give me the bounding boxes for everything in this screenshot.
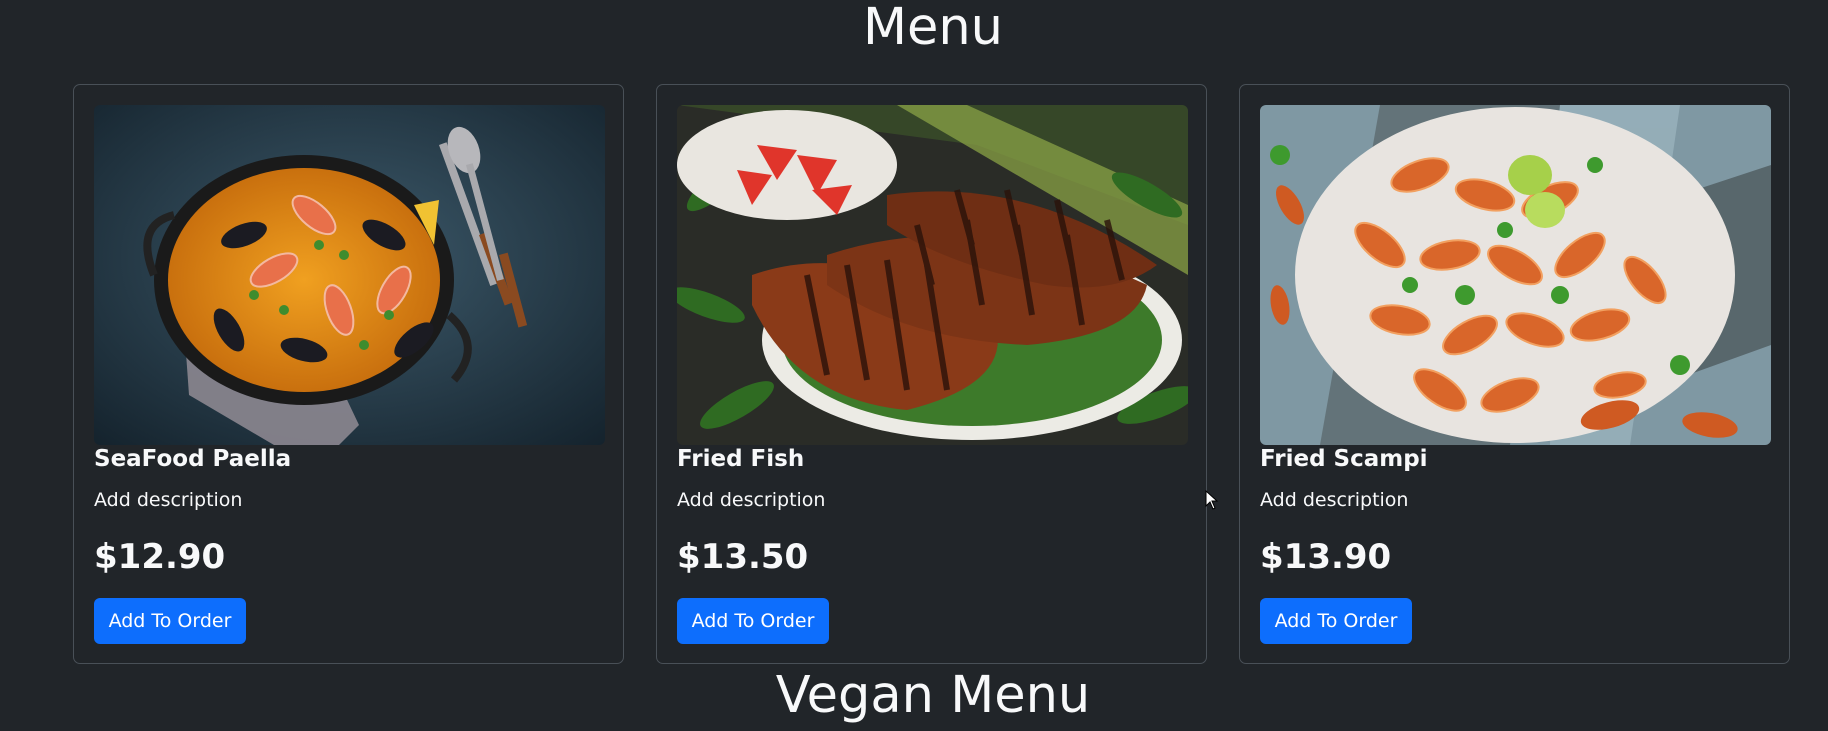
vegan-menu-heading: Vegan Menu bbox=[775, 666, 1091, 725]
seafood-paella-image bbox=[94, 105, 605, 445]
card-title: SeaFood Paella bbox=[94, 446, 292, 472]
fried-scampi-image bbox=[1260, 105, 1771, 445]
mouse-cursor-icon bbox=[1205, 490, 1219, 510]
add-to-order-button[interactable]: Add To Order bbox=[677, 598, 829, 644]
fried-fish-image bbox=[677, 105, 1188, 445]
add-to-order-button[interactable]: Add To Order bbox=[1260, 598, 1412, 644]
card-title: Fried Fish bbox=[677, 446, 805, 472]
add-to-order-button[interactable]: Add To Order bbox=[94, 598, 246, 644]
card-price: $12.90 bbox=[94, 537, 226, 577]
menu-page: Menu SeaFood Paella Add description $12.… bbox=[0, 0, 1828, 731]
card-price: $13.90 bbox=[1260, 537, 1392, 577]
menu-card-fried-scampi: Fried Scampi Add description $13.90 Add … bbox=[1239, 84, 1790, 664]
menu-heading: Menu bbox=[862, 0, 1004, 57]
card-description: Add description bbox=[1260, 489, 1409, 511]
card-price: $13.50 bbox=[677, 537, 809, 577]
card-title: Fried Scampi bbox=[1260, 446, 1428, 472]
card-description: Add description bbox=[94, 489, 243, 511]
menu-card-fried-fish: Fried Fish Add description $13.50 Add To… bbox=[656, 84, 1207, 664]
card-description: Add description bbox=[677, 489, 826, 511]
menu-card-seafood-paella: SeaFood Paella Add description $12.90 Ad… bbox=[73, 84, 624, 664]
